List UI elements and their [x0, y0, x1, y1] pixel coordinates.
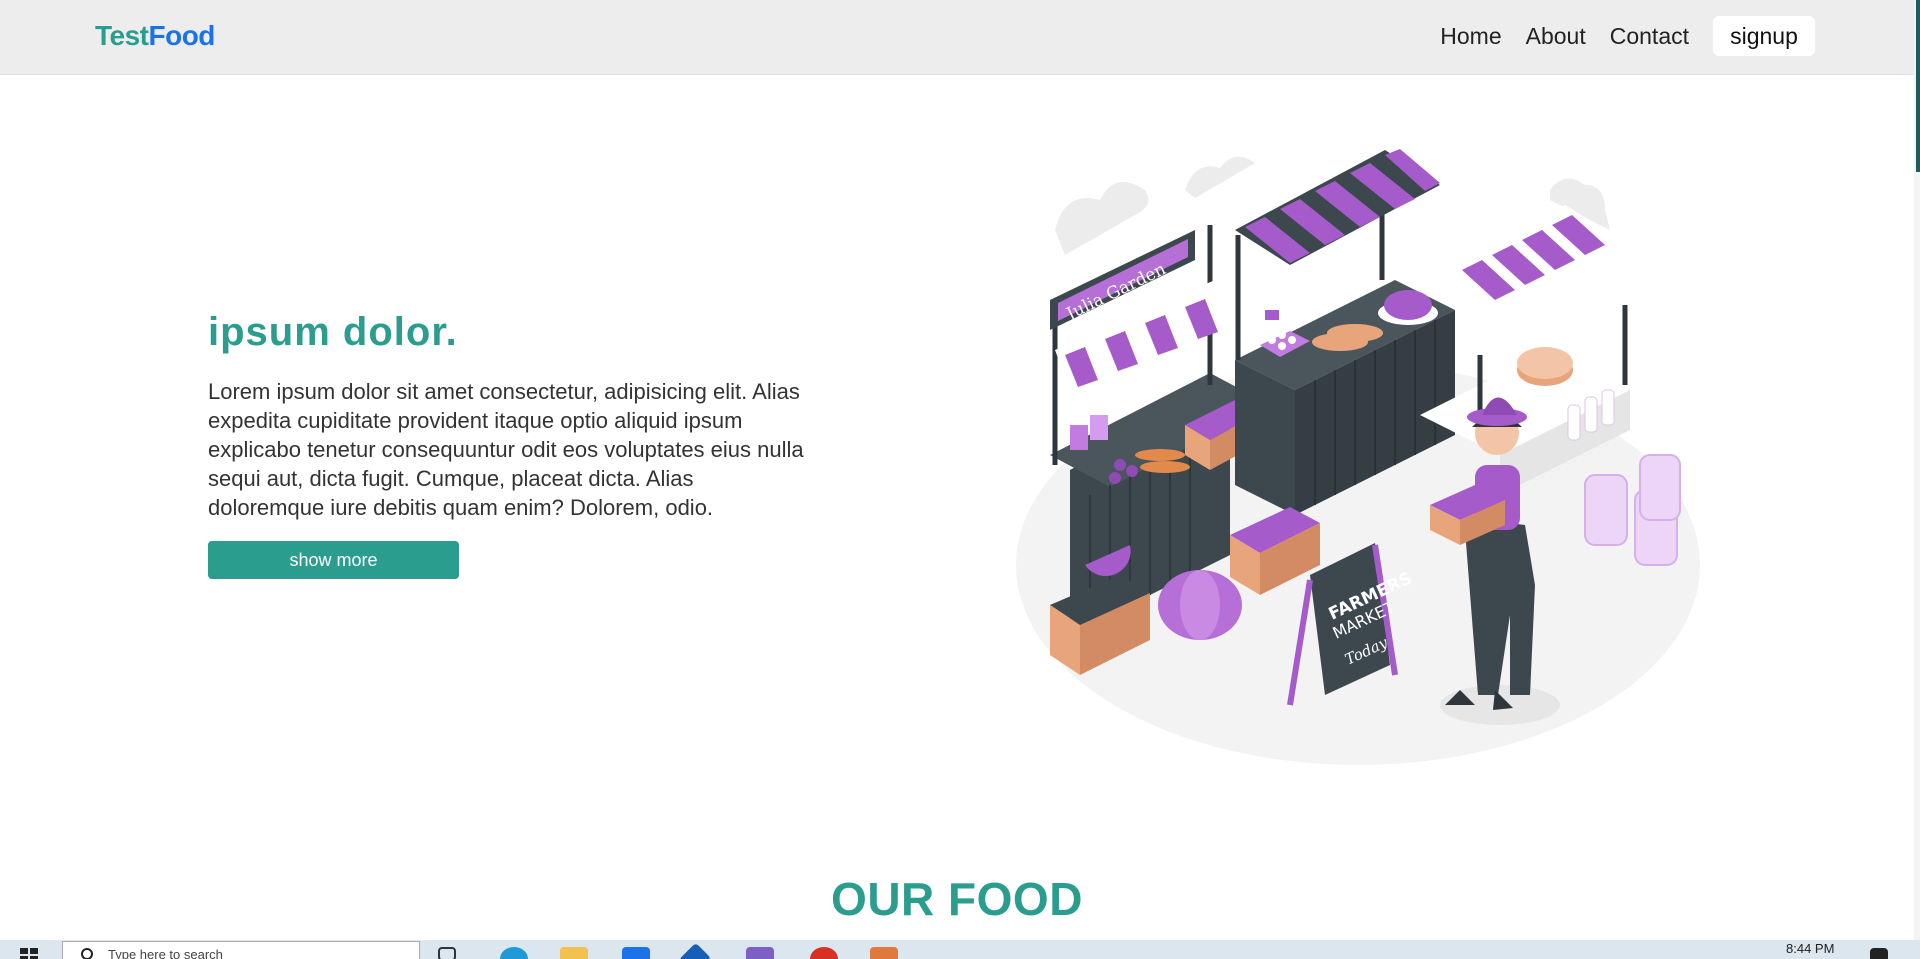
mail-icon[interactable] [678, 942, 712, 959]
store-icon[interactable] [622, 947, 650, 959]
windows-start-icon[interactable] [20, 948, 38, 959]
nav-link-contact[interactable]: Contact [1598, 16, 1701, 56]
task-view-icon[interactable] [438, 947, 456, 959]
farmers-market-illustration: Julia Garden FARMERS MARKET Today [1016, 149, 1700, 765]
taskbar-clock[interactable]: 8:44 PM [1786, 941, 1834, 956]
notification-icon[interactable] [1870, 948, 1888, 959]
search-icon [81, 948, 93, 959]
our-food-heading: OUR FOOD [831, 873, 1083, 925]
edge-browser-icon[interactable] [500, 947, 528, 959]
chrome-icon[interactable] [810, 947, 838, 959]
show-more-button[interactable]: show more [208, 541, 459, 579]
hero-description: Lorem ipsum dolor sit amet consectetur, … [208, 379, 804, 520]
taskbar-search-input[interactable]: Type here to search [62, 941, 420, 959]
page-scrollbar-thumb[interactable] [1916, 0, 1920, 172]
brand-logo[interactable]: TestFood [95, 20, 215, 52]
app-icon[interactable] [746, 947, 774, 959]
page-scrollbar[interactable] [1914, 0, 1920, 940]
brand-text-test: Test [95, 20, 149, 51]
navbar: TestFood Home About Contact signup [0, 0, 1914, 75]
file-explorer-icon[interactable] [560, 947, 588, 959]
nav-link-home[interactable]: Home [1428, 16, 1513, 56]
windows-taskbar: Type here to search 8:44 PM [0, 940, 1920, 959]
signup-button[interactable]: signup [1713, 16, 1815, 56]
nav-link-about[interactable]: About [1514, 16, 1598, 56]
photos-app-icon[interactable] [870, 947, 898, 959]
nav-links: Home About Contact signup [1428, 16, 1815, 56]
brand-text-food: Food [148, 20, 216, 51]
taskbar-search-placeholder: Type here to search [108, 947, 223, 959]
hero-title: ipsum dolor. [208, 310, 458, 354]
